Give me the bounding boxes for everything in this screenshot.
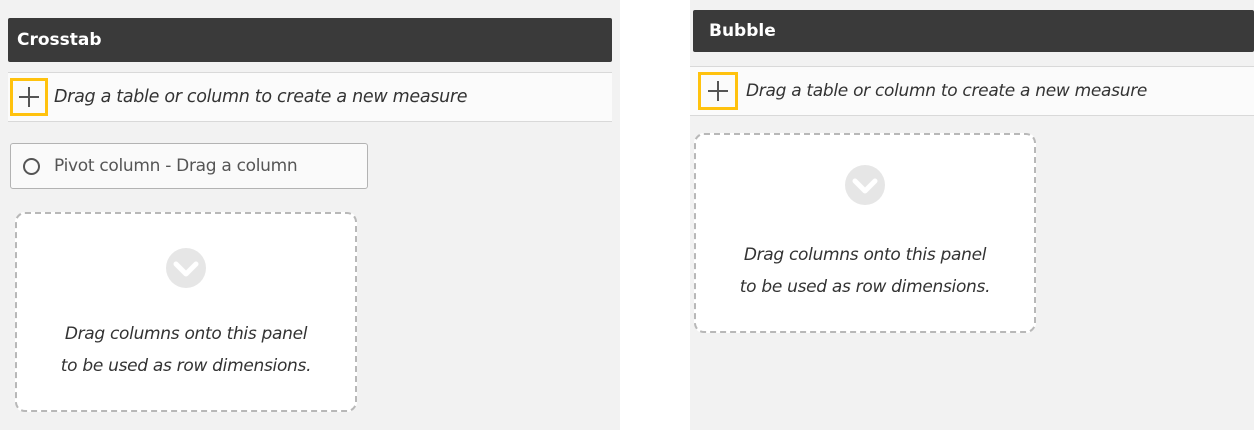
dropzone-hint-line: Drag columns onto this panel bbox=[64, 324, 308, 344]
add-measure-button[interactable] bbox=[698, 72, 738, 110]
row-dimensions-dropzone[interactable]: Drag columns onto this panel to be used … bbox=[694, 133, 1036, 333]
add-measure-button[interactable] bbox=[10, 78, 48, 116]
chevron-down-icon bbox=[845, 165, 885, 205]
new-measure-hint: Drag a table or column to create a new m… bbox=[746, 81, 1148, 101]
panel-header: Crosstab bbox=[8, 18, 612, 62]
dropzone-hint: Drag columns onto this panel to be used … bbox=[17, 318, 355, 382]
row-dimensions-dropzone[interactable]: Drag columns onto this panel to be used … bbox=[15, 212, 357, 412]
plus-icon bbox=[708, 81, 728, 101]
dropzone-hint-line: Drag columns onto this panel bbox=[743, 245, 987, 265]
new-measure-hint: Drag a table or column to create a new m… bbox=[54, 87, 468, 107]
new-measure-row[interactable]: Drag a table or column to create a new m… bbox=[8, 72, 612, 122]
dropzone-hint-line: to be used as row dimensions. bbox=[60, 356, 312, 376]
panel-header: Bubble bbox=[693, 10, 1254, 52]
pivot-column-label: Pivot column - Drag a column bbox=[54, 156, 298, 176]
dropzone-hint-line: to be used as row dimensions. bbox=[739, 277, 991, 297]
bubble-panel: Bubble Drag a table or column to create … bbox=[690, 0, 1254, 430]
dropzone-hint: Drag columns onto this panel to be used … bbox=[696, 239, 1034, 303]
crosstab-panel: Crosstab Drag a table or column to creat… bbox=[0, 0, 620, 430]
circle-icon bbox=[23, 157, 40, 175]
new-measure-row[interactable]: Drag a table or column to create a new m… bbox=[690, 66, 1254, 116]
chevron-down-icon bbox=[166, 248, 206, 288]
plus-icon bbox=[19, 87, 39, 107]
pivot-column-button[interactable]: Pivot column - Drag a column bbox=[10, 143, 368, 189]
